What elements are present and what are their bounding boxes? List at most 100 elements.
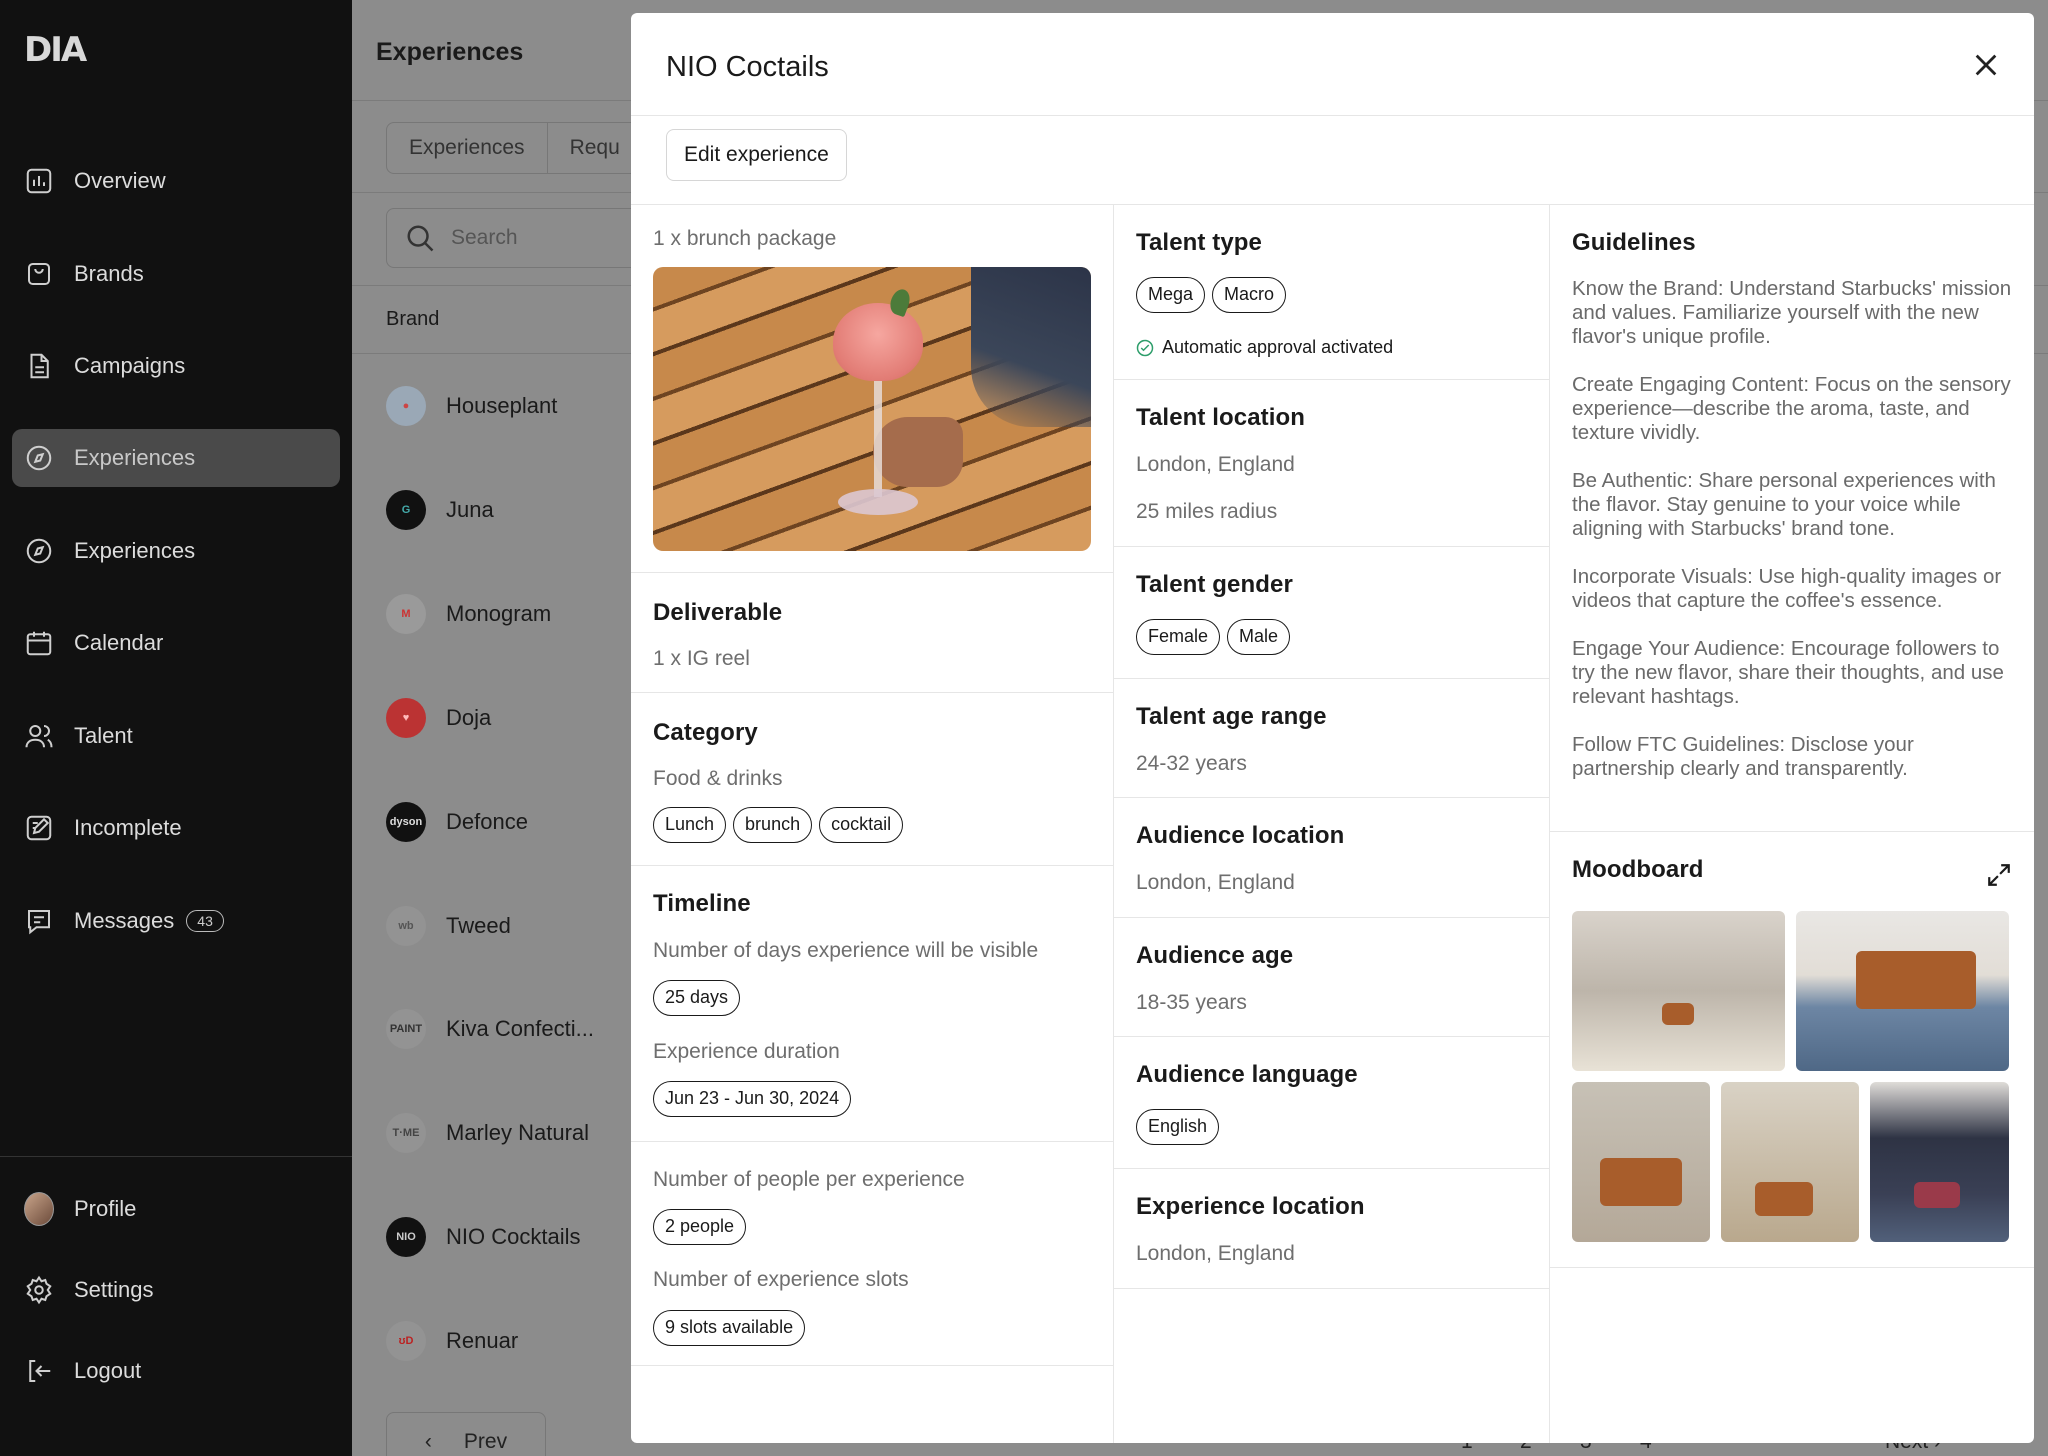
tab-experiences[interactable]: Experiences <box>387 123 548 173</box>
talent-age-heading: Talent age range <box>1136 703 1327 730</box>
moodboard-image[interactable] <box>1796 911 2009 1071</box>
sidebar-item-experiences-active[interactable]: Experiences <box>12 429 340 487</box>
table-row[interactable]: PAINT Kiva Confecti... <box>386 999 646 1059</box>
tag: Female <box>1136 619 1221 655</box>
talent-gender-heading: Talent gender <box>1136 571 1293 598</box>
moodboard-image[interactable] <box>1572 911 1785 1071</box>
sidebar-item-settings[interactable]: Settings <box>12 1261 340 1319</box>
table-row[interactable]: NIO NIO Cocktails <box>386 1207 646 1267</box>
people-label: Number of people per experience <box>653 1168 965 1191</box>
sidebar-item-label: Brands <box>74 261 144 286</box>
brand-name: Defonce <box>446 809 528 834</box>
expand-icon <box>1988 864 2010 886</box>
table-row[interactable]: wb Tweed <box>386 896 646 956</box>
moodboard-image[interactable] <box>1870 1082 2009 1242</box>
modal-title: NIO Coctails <box>666 51 829 83</box>
modal-toolbar: Edit experience <box>631 116 2034 205</box>
sidebar-item-campaigns[interactable]: Campaigns <box>12 337 340 395</box>
brand-name: Juna <box>446 497 494 522</box>
guideline-item: Know the Brand: Understand Starbucks' mi… <box>1572 277 2012 348</box>
prev-button[interactable]: ‹ Prev <box>386 1412 546 1456</box>
column-header-brand: Brand <box>386 308 440 330</box>
sidebar-item-talent[interactable]: Talent <box>12 707 340 765</box>
table-row[interactable]: ♥ Doja <box>386 688 646 748</box>
table-row[interactable]: G Juna <box>386 480 646 540</box>
guidelines-heading: Guidelines <box>1572 229 1696 256</box>
search-icon <box>407 225 434 252</box>
brand-name: Tweed <box>446 913 511 938</box>
experience-detail-modal: NIO Coctails Edit experience 1 x brunch … <box>631 13 2034 1443</box>
brand-name: NIO Cocktails <box>446 1224 581 1249</box>
edit-experience-button[interactable]: Edit experience <box>666 129 847 181</box>
sidebar-item-calendar[interactable]: Calendar <box>12 614 340 672</box>
table-row[interactable]: ʊD Renuar <box>386 1311 646 1371</box>
sidebar-item-brands[interactable]: Brands <box>12 245 340 303</box>
gear-icon <box>24 1275 54 1305</box>
guidelines-column: Guidelines Know the Brand: Understand St… <box>1550 205 2034 1443</box>
moodboard-image[interactable] <box>1721 1082 1859 1242</box>
shopping-bag-icon <box>24 259 54 289</box>
sidebar-item-experiences[interactable]: Experiences <box>12 522 340 580</box>
talent-age-value: 24-32 years <box>1136 752 1247 775</box>
duration-label: Experience duration <box>653 1040 840 1063</box>
search-placeholder: Search <box>451 226 518 249</box>
sidebar-item-label: Calendar <box>74 630 164 655</box>
sidebar-item-label: Talent <box>74 723 133 748</box>
brand-logo: PAINT <box>386 1009 426 1049</box>
sidebar-item-profile[interactable]: Profile <box>12 1180 340 1238</box>
audience-language-tags: English <box>1136 1109 1220 1145</box>
approval-text: Automatic approval activated <box>1162 337 1394 357</box>
prev-label: Prev <box>463 1430 508 1453</box>
bar-chart-icon <box>24 166 54 196</box>
tag: Mega <box>1136 277 1206 313</box>
sidebar-item-label: Messages <box>74 908 175 933</box>
package-section: 1 x brunch package <box>631 205 1113 573</box>
tab-requests[interactable]: Requ <box>548 123 643 173</box>
audience-age-heading: Audience age <box>1136 942 1294 969</box>
sidebar-item-incomplete[interactable]: Incomplete <box>12 799 340 857</box>
timeline-section: Timeline Number of days experience will … <box>631 866 1113 1142</box>
brand-name: Renuar <box>446 1328 519 1353</box>
talent-age-section: Talent age range 24-32 years <box>1114 679 1549 798</box>
table-row[interactable]: dyson Defonce <box>386 792 646 852</box>
close-button[interactable] <box>1972 51 2000 79</box>
sidebar-item-label: Experiences <box>74 538 196 563</box>
tag: cocktail <box>819 807 904 843</box>
app-logo: DIA <box>24 30 87 70</box>
moodboard-image[interactable] <box>1572 1082 1710 1242</box>
sidebar: DIA Overview Brands Campaigns Experience… <box>0 0 352 1456</box>
document-icon <box>24 351 54 381</box>
sidebar-item-logout[interactable]: Logout <box>12 1342 340 1400</box>
expand-moodboard-button[interactable] <box>1986 862 2012 888</box>
people: 2 people <box>653 1209 747 1245</box>
sidebar-item-label: Incomplete <box>74 815 182 840</box>
moodboard-section: Moodboard <box>1550 832 2034 1268</box>
sidebar-item-label: Logout <box>74 1358 142 1383</box>
brand-name: Doja <box>446 705 492 730</box>
timeline-heading: Timeline <box>653 890 751 917</box>
tag: English <box>1136 1109 1220 1145</box>
audience-language-section: Audience language English <box>1114 1037 1549 1169</box>
table-row[interactable]: M Monogram <box>386 584 646 644</box>
chevron-left-icon: ‹ <box>424 1430 432 1453</box>
audience-age-section: Audience age 18-35 years <box>1114 918 1549 1037</box>
sidebar-item-label: Profile <box>74 1196 137 1221</box>
sidebar-item-messages[interactable]: Messages 43 <box>12 892 340 950</box>
brand-name: Kiva Confecti... <box>446 1016 594 1041</box>
tag: Lunch <box>653 807 727 843</box>
talent-location-heading: Talent location <box>1136 404 1306 431</box>
brand-name: Houseplant <box>446 393 558 418</box>
audience-location-section: Audience location London, England <box>1114 798 1549 918</box>
slots-value: 9 slots available <box>653 1310 806 1346</box>
visible-days: 25 days <box>653 980 741 1016</box>
visible-days-value: 25 days <box>653 980 741 1016</box>
sidebar-item-overview[interactable]: Overview <box>12 152 340 210</box>
table-row[interactable]: ● Houseplant <box>386 376 646 436</box>
sidebar-item-label: Experiences <box>74 445 196 470</box>
page-tabs: Experiences Requ <box>386 122 644 174</box>
requirements-column: Talent type Mega Macro Automatic approva… <box>1114 205 1550 1443</box>
capacity-section: Number of people per experience 2 people… <box>631 1142 1113 1366</box>
table-row[interactable]: T·ME Marley Natural <box>386 1103 646 1163</box>
talent-location-section: Talent location London, England 25 miles… <box>1114 380 1549 547</box>
brand-logo: T·ME <box>386 1113 426 1153</box>
